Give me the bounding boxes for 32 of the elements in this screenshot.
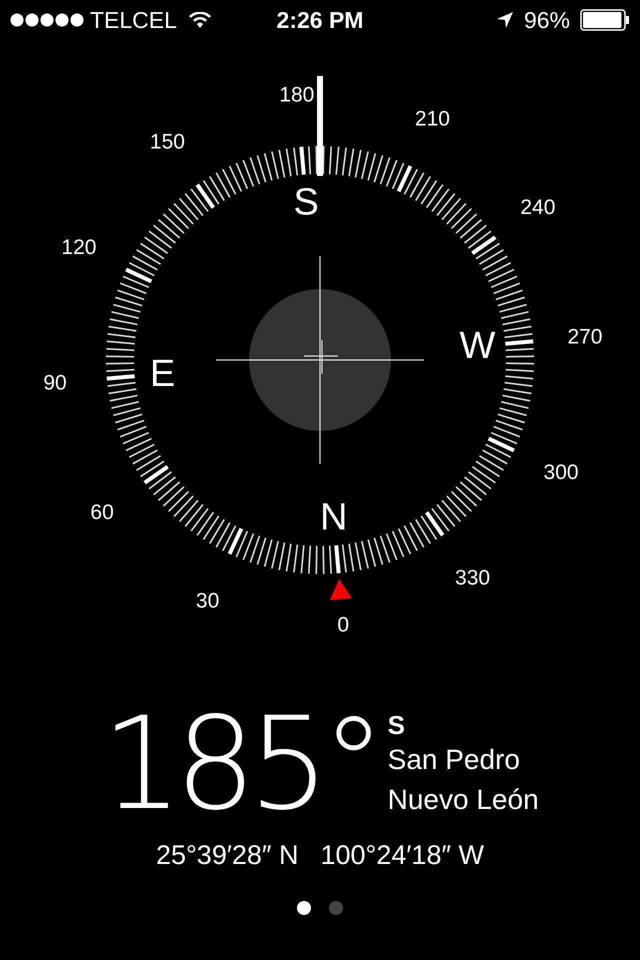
signal-icon	[10, 13, 84, 27]
degree-label: 150	[150, 130, 185, 154]
location-arrow-icon	[496, 11, 514, 29]
degree-label: 60	[90, 501, 114, 524]
cardinal-label: W	[459, 325, 496, 368]
degree-label: 30	[196, 590, 220, 613]
battery-icon	[580, 9, 630, 31]
degree-label: 270	[567, 325, 602, 348]
location-name: San Pedro	[388, 743, 521, 777]
cardinal-label: E	[150, 352, 176, 395]
page-dot[interactable]	[329, 901, 343, 915]
north-pointer-icon	[330, 579, 352, 600]
longitude: 100°24′18″ W	[320, 840, 484, 871]
location-name: Nuevo León	[388, 783, 539, 817]
page-dot[interactable]	[297, 901, 311, 915]
cardinal-label: S	[294, 182, 319, 224]
degree-label: 210	[414, 107, 450, 130]
carrier-name: TELCEL	[90, 6, 177, 34]
wifi-icon	[188, 12, 211, 28]
cardinal-label: N	[320, 496, 348, 538]
battery-percentage: 96%	[524, 6, 570, 34]
degree-label: 120	[61, 236, 96, 260]
degree-label: 300	[544, 460, 579, 484]
degree-label: 0	[337, 614, 350, 636]
degree-label: 90	[43, 372, 67, 395]
latitude: 25°39′28″ N	[156, 840, 298, 871]
degree-label: 240	[520, 196, 556, 219]
heading-direction: S	[388, 710, 406, 740]
degree-label: 330	[455, 566, 490, 590]
degree-label: 180	[279, 84, 314, 106]
heading-degrees: 185°	[101, 700, 378, 830]
clock-time: 2:26 PM	[276, 6, 364, 34]
